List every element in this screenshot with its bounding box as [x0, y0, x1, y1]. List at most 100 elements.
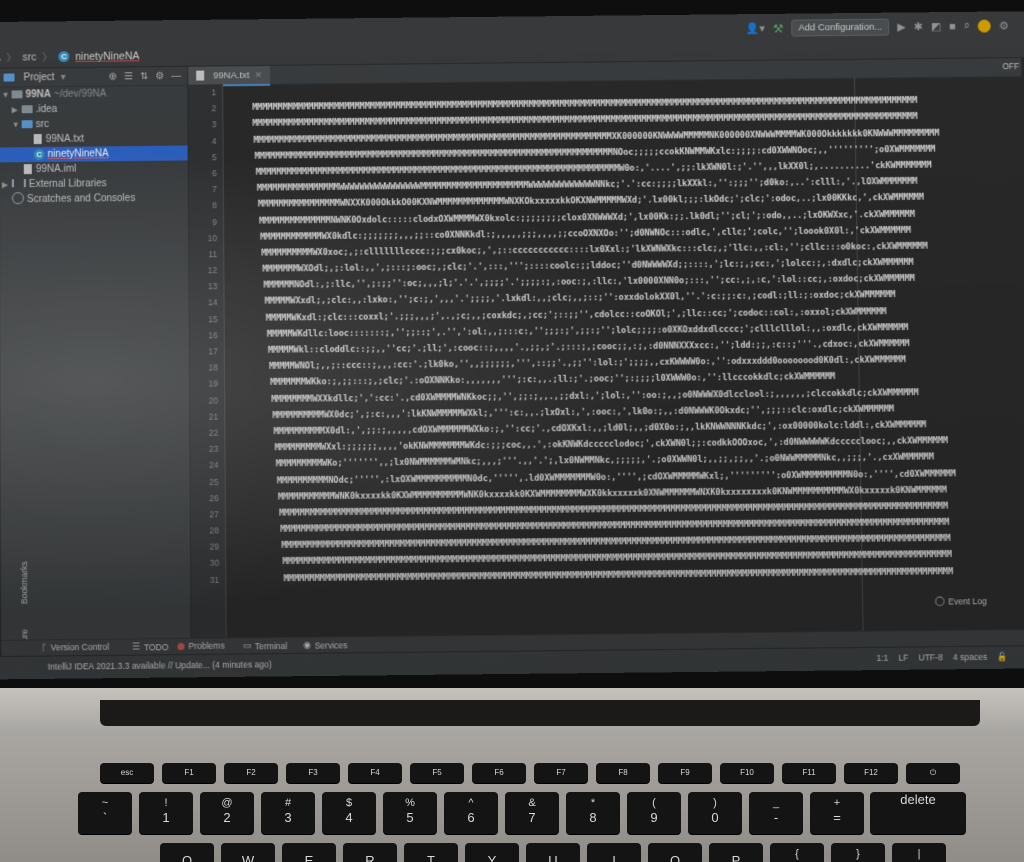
function-key[interactable]: esc [100, 763, 154, 783]
function-key[interactable]: F6 [472, 763, 526, 783]
number-key[interactable]: * 8 [566, 792, 620, 834]
tab-terminal[interactable]: ▭ Terminal [243, 640, 288, 652]
breadcrumb-src[interactable]: src [22, 51, 36, 63]
function-key[interactable]: F9 [658, 763, 712, 783]
letter-key[interactable]: U [526, 843, 580, 862]
tab-bookmarks[interactable]: Bookmarks [19, 562, 29, 605]
editor-area: 99NA.txt ✕ OFF 1 2 3 4 5 6 7 8 9 10 11 12 13 14 15 16 17… [188, 58, 1024, 656]
number-key[interactable]: $4 [322, 792, 376, 834]
file-encoding[interactable]: UTF-8 [918, 652, 942, 663]
letter-key[interactable]: Y [465, 843, 519, 862]
number-key[interactable]: ! 1 [139, 792, 193, 834]
tab-label: TODO [143, 641, 169, 652]
settings-icon[interactable]: ⚙ [999, 19, 1009, 32]
number-key[interactable]: #3 [261, 792, 315, 834]
key-glyphs: _ - [749, 797, 803, 826]
function-key[interactable]: F11 [782, 763, 836, 783]
line-number: 2 [211, 103, 217, 114]
line-number: 4 [211, 135, 217, 146]
key-glyphs: * 8 [566, 797, 620, 826]
status-message[interactable]: IntelliJ IDEA 2021.3.3 available // Upda… [48, 659, 272, 671]
tab-label: Terminal [254, 640, 288, 651]
indent-setting[interactable]: 4 spaces [953, 652, 987, 663]
letter-key[interactable]: R [343, 843, 397, 862]
letter-key[interactable]: E [282, 843, 336, 862]
caret-position[interactable]: 1:1 [876, 653, 888, 664]
letter-key[interactable]: T [404, 843, 458, 862]
key-label: 0 [711, 810, 719, 825]
number-key[interactable]: & 7 [505, 792, 559, 834]
line-separator[interactable]: LF [898, 653, 908, 664]
key-glyphs: ~ ` [78, 797, 132, 826]
gear-icon[interactable]: ⚙ [155, 70, 164, 81]
letter-key[interactable]: Q [160, 843, 214, 862]
reader-mode-toggle[interactable]: OFF [1002, 61, 1019, 71]
letter-key[interactable]: P [709, 843, 763, 862]
key-label: ( [652, 797, 656, 809]
function-key[interactable]: F7 [534, 763, 588, 783]
number-key[interactable]: @2 [200, 792, 254, 834]
folder-icon [21, 105, 33, 114]
line-number: 19 [208, 378, 219, 389]
function-key[interactable]: F10 [720, 763, 774, 783]
build-hammer-icon[interactable]: ⚒ [773, 21, 784, 35]
tab-version-control[interactable]: ᚴ Version Control [42, 642, 110, 653]
locate-icon[interactable]: ⊕ [109, 71, 117, 82]
number-key[interactable]: (9 [627, 792, 681, 834]
number-key[interactable]: ~ ` [78, 792, 132, 834]
collapse-all-icon[interactable]: ⇅ [140, 71, 148, 82]
number-key[interactable]: % 5 [383, 792, 437, 834]
bracket-key[interactable]: {[ [770, 843, 824, 862]
updates-icon[interactable] [977, 19, 992, 33]
close-icon[interactable]: ✕ [254, 69, 262, 80]
search-icon[interactable]: ⌕ [964, 20, 970, 33]
letter-key[interactable]: O [648, 843, 702, 862]
number-key[interactable]: ) 0 [688, 792, 742, 834]
chevron-down-icon: ▼ [11, 120, 20, 130]
coverage-icon[interactable]: ◩ [931, 20, 942, 33]
function-key[interactable]: F5 [410, 763, 464, 783]
code-text[interactable]: MMMMMMMMMMMMMMMMMMMMMMMMMMMMMMMMMMMMMMMM… [224, 76, 1024, 655]
chevron-down-icon[interactable]: ▾ [61, 72, 66, 83]
debug-icon[interactable]: ✱ [914, 20, 923, 33]
key-label: ! [164, 797, 168, 809]
event-log[interactable]: ◯ Event Log [935, 595, 987, 607]
key-glyphs: $4 [322, 797, 376, 826]
tab-services[interactable]: ◉ Services [303, 639, 347, 651]
project-panel-title[interactable]: Project [23, 72, 54, 83]
run-icon[interactable]: ▶ [897, 20, 906, 33]
breadcrumb-file[interactable]: ninetyNineNA [75, 50, 139, 63]
key-label: ) [713, 797, 717, 809]
function-key[interactable]: F4 [348, 763, 402, 783]
key-label: F5 [432, 768, 442, 777]
breadcrumb-project[interactable]: A [0, 51, 1, 63]
number-key[interactable]: ^ 6 [444, 792, 498, 834]
stop-icon[interactable]: ■ [949, 20, 956, 32]
function-key[interactable]: F8 [596, 763, 650, 783]
tab-todo[interactable]: ☰ TODO [132, 641, 168, 653]
number-key[interactable]: + = [810, 792, 864, 834]
function-key[interactable]: F12 [844, 763, 898, 783]
line-number: 7 [212, 184, 217, 195]
lock-icon[interactable]: 🔓 [997, 651, 1008, 662]
bracket-key[interactable]: |\ [892, 843, 946, 862]
tree-item-scratches[interactable]: Scratches and Consoles [0, 190, 188, 207]
expand-all-icon[interactable]: ☰ [124, 71, 133, 82]
user-icon[interactable]: 👤▾ [746, 22, 765, 35]
tab-problems[interactable]: Problems [177, 641, 225, 652]
function-key[interactable]: F2 [224, 763, 278, 783]
add-configuration-button[interactable]: Add Configuration... [791, 18, 890, 37]
laptop-hinge [100, 700, 980, 726]
power-key[interactable]: ⏻ [906, 763, 960, 783]
function-key[interactable]: F1 [162, 763, 216, 783]
key-label: = [833, 810, 841, 825]
bracket-key[interactable]: }] [831, 843, 885, 862]
function-key[interactable]: F3 [286, 763, 340, 783]
key-glyphs: ) 0 [688, 797, 742, 826]
letter-key[interactable]: I [587, 843, 641, 862]
key-label: _ [772, 797, 780, 809]
letter-key[interactable]: W [221, 843, 275, 862]
number-key[interactable]: _ - [749, 792, 803, 834]
hide-icon[interactable]: — [171, 70, 181, 81]
delete-key[interactable]: delete [870, 792, 966, 834]
